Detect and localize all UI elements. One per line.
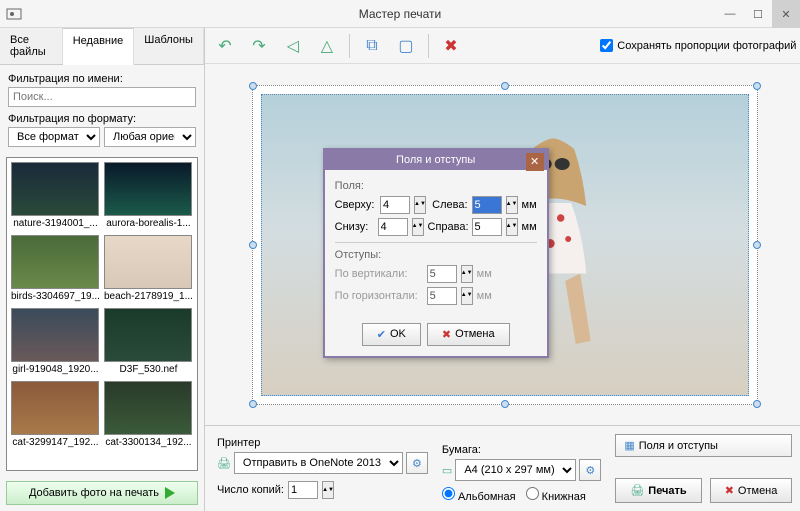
orientation-select[interactable]: Любая ориентация	[104, 127, 196, 147]
margins-dialog: Поля и отступы ✕ Поля: Сверху: ▲▼ Слева:…	[323, 148, 549, 358]
keep-proportions-checkbox[interactable]: Сохранять пропорции фотографий	[600, 39, 796, 52]
copy-icon[interactable]: ⧉	[360, 34, 384, 58]
bottom-label: Снизу:	[335, 221, 374, 233]
fields-label: Поля:	[335, 180, 537, 192]
thumb-item[interactable]: D3F_530.nef	[104, 308, 193, 375]
spinner[interactable]: ▲▼	[412, 218, 424, 236]
flip-h-icon[interactable]: ◁	[281, 34, 305, 58]
spinner[interactable]: ▲▼	[414, 196, 426, 214]
thumb-item[interactable]: nature-3194001_...	[11, 162, 100, 229]
filter-name-label: Фильтрация по имени:	[8, 73, 196, 85]
resize-handle[interactable]	[753, 82, 761, 90]
mm-label: мм	[477, 268, 492, 280]
spinner[interactable]: ▲▼	[322, 481, 334, 499]
page-icon: ▭	[442, 464, 452, 477]
left-panel: Все файлы Недавние Шаблоны Фильтрация по…	[0, 28, 205, 511]
filter-format-label: Фильтрация по формату:	[8, 113, 196, 125]
spinner[interactable]: ▲▼	[506, 218, 518, 236]
spinner[interactable]: ▲▼	[506, 196, 518, 214]
thumb-item[interactable]: girl-919048_1920...	[11, 308, 100, 375]
spinner: ▲▼	[461, 287, 473, 305]
left-label: Слева:	[430, 199, 468, 211]
titlebar: Мастер печати ― ☐ ✕	[0, 0, 800, 28]
horz-label: По горизонтали:	[335, 290, 423, 302]
paper-label: Бумага:	[442, 444, 601, 456]
left-input[interactable]	[472, 196, 502, 214]
ok-button[interactable]: ✔OK	[362, 323, 421, 346]
thumb-item[interactable]: cat-3299147_192...	[11, 381, 100, 448]
separator	[428, 34, 429, 58]
bottom-input[interactable]	[378, 218, 408, 236]
thumbnail-grid[interactable]: nature-3194001_... aurora-borealis-1... …	[6, 157, 198, 471]
vert-label: По вертикали:	[335, 268, 423, 280]
copies-label: Число копий:	[217, 484, 284, 496]
source-tabs: Все файлы Недавние Шаблоны	[0, 28, 204, 65]
cancel-button[interactable]: ✖Отмена	[427, 323, 510, 346]
right-label: Справа:	[428, 221, 468, 233]
tab-recent[interactable]: Недавние	[63, 28, 135, 65]
top-label: Сверху:	[335, 199, 376, 211]
resize-handle[interactable]	[753, 241, 761, 249]
resize-handle[interactable]	[501, 400, 509, 408]
main-cancel-button[interactable]: ✖Отмена	[710, 478, 793, 503]
tab-templates[interactable]: Шаблоны	[134, 28, 204, 64]
printer-label: Принтер	[217, 437, 428, 449]
dialog-close-button[interactable]: ✕	[526, 153, 544, 171]
mm-label: мм	[522, 199, 537, 211]
toolbar: ↶ ↷ ◁ △ ⧉ ▢ ✖ Сохранять пропорции фотогр…	[205, 28, 800, 64]
margins-icon: ▦	[624, 439, 634, 452]
flip-v-icon[interactable]: △	[315, 34, 339, 58]
delete-icon[interactable]: ✖	[439, 34, 463, 58]
search-input[interactable]	[8, 87, 196, 107]
printer-settings-button[interactable]: ⚙	[406, 452, 428, 474]
margins-button[interactable]: ▦ Поля и отступы	[615, 434, 792, 457]
top-input[interactable]	[380, 196, 410, 214]
mm-label: мм	[477, 290, 492, 302]
paper-select[interactable]: A4 (210 x 297 мм)	[455, 459, 576, 481]
canvas-area: Поля и отступы ✕ Поля: Сверху: ▲▼ Слева:…	[205, 64, 800, 425]
minimize-button[interactable]: ―	[716, 0, 744, 28]
landscape-radio[interactable]: Альбомная	[442, 487, 516, 503]
add-photo-button[interactable]: Добавить фото на печать	[6, 481, 198, 505]
thumb-item[interactable]: birds-3304697_19...	[11, 235, 100, 302]
tab-all-files[interactable]: Все файлы	[0, 28, 63, 64]
dialog-titlebar[interactable]: Поля и отступы ✕	[325, 150, 547, 170]
paper-settings-button[interactable]: ⚙	[579, 459, 601, 481]
copies-input[interactable]	[288, 481, 318, 499]
format-select[interactable]: Все форматы	[8, 127, 100, 147]
right-input[interactable]	[472, 218, 502, 236]
window-title: Мастер печати	[359, 7, 441, 21]
resize-handle[interactable]	[753, 400, 761, 408]
rotate-right-icon[interactable]: ↷	[247, 34, 271, 58]
printer-select[interactable]: Отправить в OneNote 2013	[234, 452, 403, 474]
printer-icon: 🖨	[217, 457, 231, 470]
thumb-item[interactable]: aurora-borealis-1...	[104, 162, 193, 229]
bottom-bar: Принтер 🖨 Отправить в OneNote 2013 ⚙ Чис…	[205, 425, 800, 511]
resize-handle[interactable]	[249, 241, 257, 249]
crop-icon[interactable]: ▢	[394, 34, 418, 58]
print-button[interactable]: 🖨Печать	[615, 478, 701, 503]
portrait-radio[interactable]: Книжная	[526, 487, 586, 503]
separator	[349, 34, 350, 58]
vert-input	[427, 265, 457, 283]
thumb-item[interactable]: cat-3300134_192...	[104, 381, 193, 448]
rotate-left-icon[interactable]: ↶	[213, 34, 237, 58]
resize-handle[interactable]	[249, 400, 257, 408]
app-icon	[6, 6, 22, 22]
close-button[interactable]: ✕	[772, 0, 800, 28]
spinner: ▲▼	[461, 265, 473, 283]
margins-label: Отступы:	[335, 249, 537, 261]
resize-handle[interactable]	[501, 82, 509, 90]
right-panel: ↶ ↷ ◁ △ ⧉ ▢ ✖ Сохранять пропорции фотогр…	[205, 28, 800, 511]
horz-input	[427, 287, 457, 305]
mm-label: мм	[522, 221, 537, 233]
maximize-button[interactable]: ☐	[744, 0, 772, 28]
paper-preview[interactable]: Поля и отступы ✕ Поля: Сверху: ▲▼ Слева:…	[252, 85, 758, 405]
arrow-right-icon	[165, 487, 175, 499]
thumb-item[interactable]: beach-2178919_1...	[104, 235, 193, 302]
resize-handle[interactable]	[249, 82, 257, 90]
